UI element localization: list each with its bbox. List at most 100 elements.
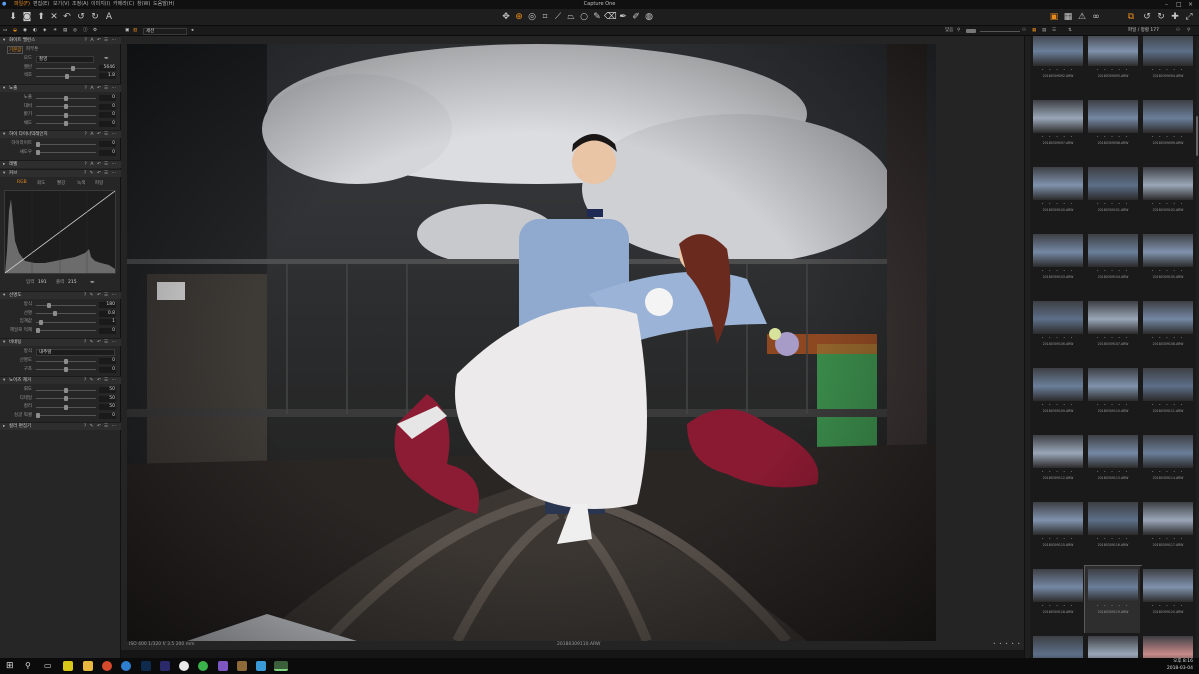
curve-input-value[interactable]: 191 [38,279,47,287]
pick-icon[interactable]: ✚ [1169,11,1181,23]
slider-value[interactable]: 0 [99,95,116,101]
slider-value[interactable]: 0 [99,103,116,110]
edge-icon[interactable] [121,661,131,671]
details-tab-icon[interactable]: ▤ [63,26,67,36]
zoom-icon[interactable]: ⚲ [957,26,960,36]
slider-value[interactable]: 0 [99,412,116,419]
slider-value[interactable]: 0 [99,120,116,127]
file-explorer-icon[interactable] [83,661,93,671]
crop-tool-icon[interactable]: ⌗ [539,11,551,23]
thumbnail-tile[interactable]: • • • • • 20180309093.ARW [1085,36,1141,97]
rating-dots[interactable]: • • • • • [1143,604,1193,608]
browser-person-icon[interactable]: ⚇ [1176,26,1180,36]
camera-tab-icon[interactable]: ◉ [23,26,27,36]
thumbnail-tile[interactable]: • • • • • 20180309115.ARW [1030,499,1086,566]
import-icon[interactable]: ⬇ [7,11,19,23]
rating-dots[interactable]: • • • • • [1088,135,1138,139]
brush-tool-icon[interactable]: ✎ [591,11,603,23]
color-wheel-icon[interactable]: ◍ [643,11,655,23]
task-view-icon[interactable]: ▭ [44,661,54,671]
thumbnail-tile[interactable]: • • • • • 20180309114.ARW [1140,432,1196,499]
slider-value[interactable]: 0 [99,149,116,156]
thumbnail-image[interactable] [1088,100,1138,133]
wb-mode-select[interactable]: 촬영 [36,55,94,63]
thumbnail-image[interactable] [1088,569,1138,602]
thumbnail-tile[interactable]: • • • • • 20180309117.ARW [1140,499,1196,566]
slider-value[interactable]: 0 [99,366,116,373]
thumbnail-image[interactable] [1143,636,1193,658]
bridge-icon[interactable] [160,661,170,671]
thumbnail-image[interactable] [1143,36,1193,66]
thumbnail-tile[interactable]: • • • • •20180309123.ARW [1140,633,1196,658]
slider-knob[interactable] [36,150,40,155]
rating-dots[interactable]: • • • • • [1033,336,1083,340]
rating-dots[interactable]: • • • • • [1088,202,1138,206]
thumbnail-image[interactable] [1088,167,1138,200]
thumbnail-tile[interactable]: • • • • • 20180309111.ARW [1140,365,1196,432]
thumbnail-tile[interactable]: • • • • • 20180309094.ARW [1140,36,1196,97]
expand-icon[interactable]: ▸ [3,423,5,431]
exposure-tab-icon[interactable]: ☀ [53,26,57,36]
rating-dots[interactable]: • • • • • [1088,604,1138,608]
slider-value[interactable]: 0 [99,112,116,118]
thumbnail-tile[interactable]: • • • • • 20180309116.ARW [1085,499,1141,566]
tint-value[interactable]: 1.8 [99,73,116,79]
color-tab-icon[interactable]: ◈ [43,26,46,36]
copy-adjust-icon[interactable]: ⧉ [1125,11,1137,23]
slider-knob[interactable] [38,319,43,325]
rating-dots[interactable]: • • • • • [1143,403,1193,407]
collapse-icon[interactable]: ▾ [3,85,5,93]
thumbnail-image[interactable] [1088,234,1138,267]
thumbnail-image[interactable] [1033,569,1083,602]
slider-knob[interactable] [36,413,40,418]
refresh-icon[interactable]: ↻ [1155,11,1167,23]
capture-one-task-icon[interactable] [274,661,288,671]
windows-start-icon[interactable]: ⊞ [6,661,16,671]
rating-dots[interactable]: • • • • • [1033,470,1083,474]
rating-dots[interactable]: • • • • • [1143,537,1193,541]
thumbnail-tile[interactable]: • • • • • 20180309107.ARW [1085,298,1141,365]
rating-dots[interactable]: • • • • • [1143,202,1193,206]
kelvin-slider-knob[interactable] [70,65,75,71]
library-tab-icon[interactable]: ▭ [3,26,7,36]
thumbnail-image[interactable] [1088,636,1138,658]
thumbnail-image[interactable] [1143,167,1193,200]
capture-icon[interactable]: ◙ [21,11,33,23]
thumbnail-tile[interactable]: • • • • • 20180309098.ARW [1085,97,1141,164]
thumbnail-image[interactable] [1033,368,1083,401]
export-icon[interactable]: ⬆ [35,11,47,23]
rating-dots[interactable]: • • • • • [1143,135,1193,139]
slider-track[interactable] [36,321,96,323]
collapse-icon[interactable]: ▾ [3,339,5,347]
thumbnail-image[interactable] [1143,100,1193,133]
rating-dots[interactable]: • • • • • [1088,403,1138,407]
curve-tab-green[interactable]: 녹색 [77,180,85,186]
slider-value[interactable]: 50 [99,387,116,393]
slider-knob[interactable] [64,95,68,101]
tool-actions-icon[interactable]: ? ✎ ↶ ☰ ⋯ [84,423,117,431]
thumbnail-tile[interactable]: • • • • • 20180309104.ARW [1085,231,1141,298]
rating-dots[interactable]: • • • • • [1088,470,1138,474]
adjust-tab-icon[interactable]: ◒ [13,26,17,36]
browser-filmstrip-icon[interactable]: ☰ [1052,26,1056,36]
output-tab-icon[interactable]: ⚙ [93,26,97,36]
undo-back-icon[interactable]: ↺ [75,11,87,23]
app-icon-purple[interactable] [218,661,228,671]
thumbnail-image[interactable] [1033,502,1083,535]
collapse-icon[interactable]: ▾ [3,377,5,385]
rating-dots[interactable]: • • • • • [1033,202,1083,206]
thumbnail-image[interactable] [1033,234,1083,267]
rating-dots[interactable]: • • • • • [1088,269,1138,273]
delete-icon[interactable]: ✕ [48,11,60,23]
curve-tab-blue[interactable]: 파랑 [95,180,103,186]
slider-knob[interactable] [64,104,68,109]
thumbnail-image[interactable] [1088,368,1138,401]
grid-view-icon[interactable]: ▦ [1062,11,1074,23]
slider-knob[interactable] [36,328,40,333]
thumbnail-image[interactable] [1033,167,1083,200]
eraser-tool-icon[interactable]: ⌫ [604,11,617,23]
tool-actions-icon[interactable]: ? ✎ ↶ ☰ ⋯ [84,377,117,385]
rating-dots[interactable]: • • • • • [1033,135,1083,139]
thumbnail-image[interactable] [1033,100,1083,133]
thumbnail-image[interactable] [1143,301,1193,334]
